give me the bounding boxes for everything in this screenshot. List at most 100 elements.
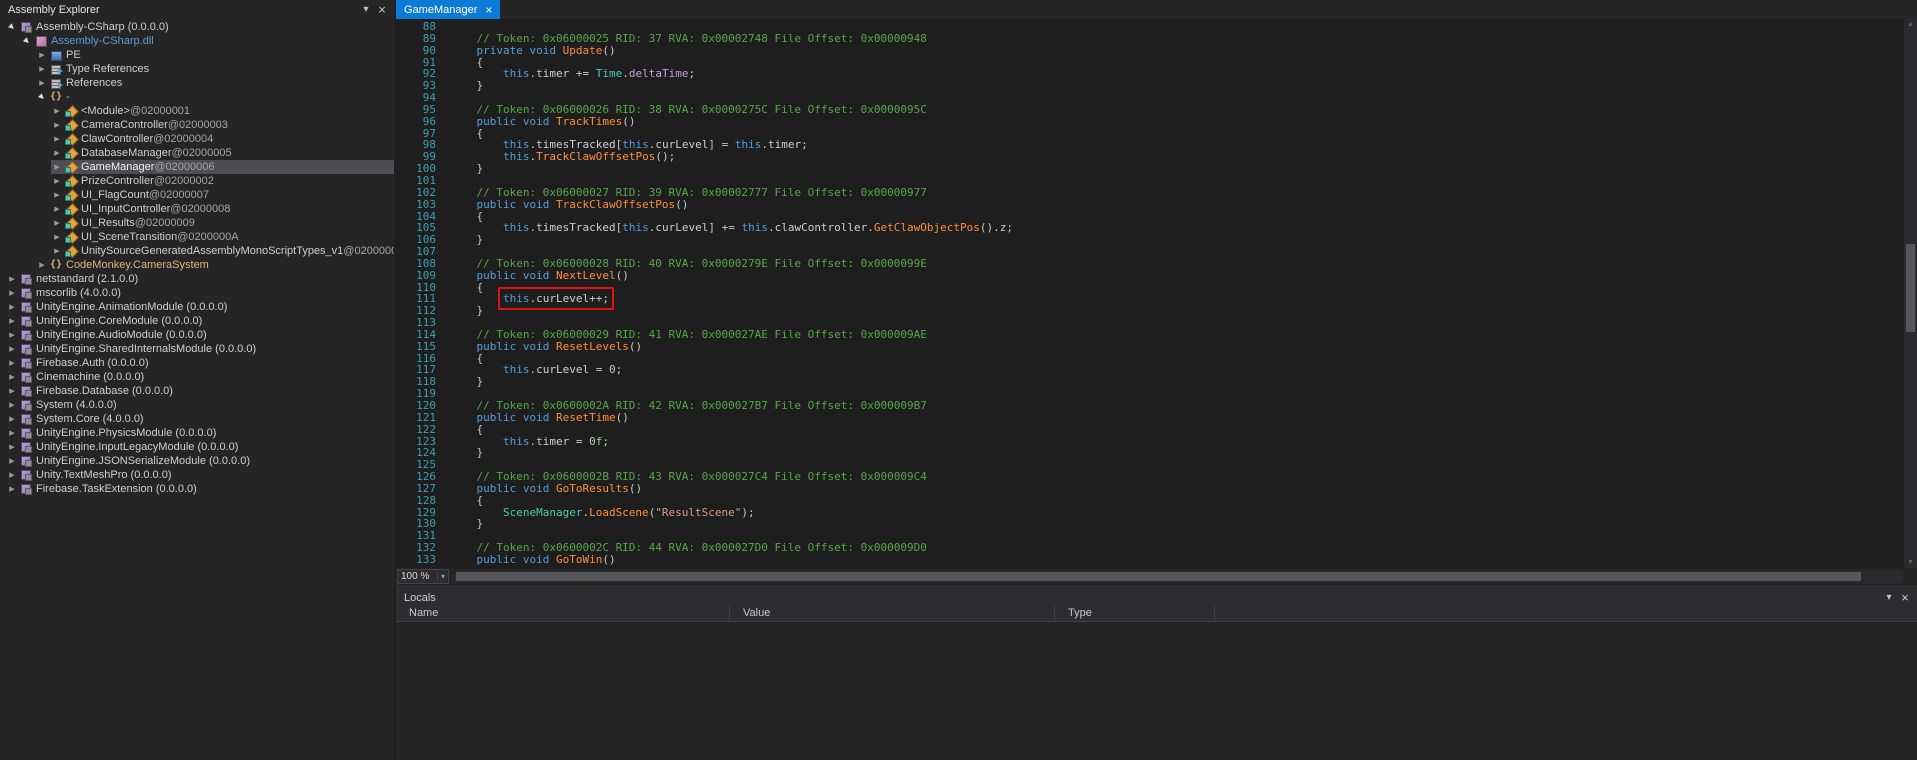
expand-arrow-icon[interactable]: ▶ [51,177,63,185]
code-line[interactable]: 123 this.timer = 0f; [396,436,1903,448]
expand-arrow-icon[interactable]: ▶ [51,107,63,115]
expand-arrow-icon[interactable]: ▶ [6,457,18,465]
tab-gamemanager[interactable]: GameManager × [396,0,500,19]
expand-arrow-icon[interactable]: ▶ [36,261,48,269]
code-line[interactable]: 89 // Token: 0x06000025 RID: 37 RVA: 0x0… [396,33,1903,45]
locals-body[interactable] [396,622,1917,760]
code-line[interactable]: 110 { [396,282,1903,294]
collapse-arrow-icon[interactable]: ▶ [35,90,49,104]
tree-item[interactable]: ▶Firebase.Auth (0.0.0.0) [0,356,394,370]
tree-item[interactable]: ▶PrizeController @02000002 [0,174,394,188]
tree-item[interactable]: ▶References [0,76,394,90]
code-line[interactable]: 96 public void TrackTimes() [396,116,1903,128]
tree-item[interactable]: ▶UI_SceneTransition @0200000A [0,230,394,244]
tree-item[interactable]: ▶UnityEngine.PhysicsModule (0.0.0.0) [0,426,394,440]
code-line[interactable]: 92 this.timer += Time.deltaTime; [396,68,1903,80]
code-line[interactable]: 133 public void GoToWin() [396,554,1903,566]
code-line[interactable]: 99 this.TrackClawOffsetPos(); [396,151,1903,163]
code-line[interactable]: 130 } [396,518,1903,530]
expand-arrow-icon[interactable]: ▶ [6,387,18,395]
tree-item[interactable]: ▶UnitySourceGeneratedAssemblyMonoScriptT… [0,244,394,258]
tree-item[interactable]: ▶{}CodeMonkey.CameraSystem [0,258,394,272]
tree-item[interactable]: ▶UI_Results @02000009 [0,216,394,230]
expand-arrow-icon[interactable]: ▶ [51,121,63,129]
vertical-scrollbar-thumb[interactable] [1906,244,1915,332]
column-header-name[interactable]: Name [396,606,730,621]
expand-arrow-icon[interactable]: ▶ [36,51,48,59]
tree-item[interactable]: ▶UnityEngine.SharedInternalsModule (0.0.… [0,342,394,356]
code-line[interactable]: 93 } [396,80,1903,92]
collapse-arrow-icon[interactable]: ▶ [20,34,34,48]
zoom-control[interactable]: 100 % ▾ [397,569,449,584]
panel-menu-icon[interactable]: ▾ [358,2,374,18]
code-line[interactable]: 103 public void TrackClawOffsetPos() [396,199,1903,211]
tree-item[interactable]: ▶netstandard (2.1.0.0) [0,272,394,286]
expand-arrow-icon[interactable]: ▶ [6,359,18,367]
tree-item[interactable]: ▶UnityEngine.AudioModule (0.0.0.0) [0,328,394,342]
locals-menu-icon[interactable]: ▾ [1881,590,1897,606]
expand-arrow-icon[interactable]: ▶ [6,275,18,283]
tree-item[interactable]: ▶System (4.0.0.0) [0,398,394,412]
expand-arrow-icon[interactable]: ▶ [51,135,63,143]
tree-item[interactable]: ▶Type References [0,62,394,76]
tree-item[interactable]: ▶DatabaseManager @02000005 [0,146,394,160]
tree-item[interactable]: ▶CameraController @02000003 [0,118,394,132]
tree-item[interactable]: ▶Assembly-CSharp.dll [0,34,394,48]
tree-item[interactable]: ▶Firebase.Database (0.0.0.0) [0,384,394,398]
expand-arrow-icon[interactable]: ▶ [6,471,18,479]
tree-item[interactable]: ▶System.Core (4.0.0.0) [0,412,394,426]
expand-arrow-icon[interactable]: ▶ [6,331,18,339]
expand-arrow-icon[interactable]: ▶ [51,149,63,157]
code-line[interactable]: 121 public void ResetTime() [396,412,1903,424]
code-line[interactable]: 112 } [396,305,1903,317]
expand-arrow-icon[interactable]: ▶ [6,415,18,423]
expand-arrow-icon[interactable]: ▶ [6,317,18,325]
tree-item[interactable]: ▶Unity.TextMeshPro (0.0.0.0) [0,468,394,482]
column-header-value[interactable]: Value [730,606,1055,621]
expand-arrow-icon[interactable]: ▶ [6,289,18,297]
expand-arrow-icon[interactable]: ▶ [36,79,48,87]
tree-item[interactable]: ▶UnityEngine.AnimationModule (0.0.0.0) [0,300,394,314]
collapse-arrow-icon[interactable]: ▶ [5,20,19,34]
tree-item[interactable]: ▶UnityEngine.JSONSerializeModule (0.0.0.… [0,454,394,468]
expand-arrow-icon[interactable]: ▶ [51,247,63,255]
tree-item[interactable]: ▶Firebase.TaskExtension (0.0.0.0) [0,482,394,496]
code-line[interactable]: 100 } [396,163,1903,175]
expand-arrow-icon[interactable]: ▶ [51,191,63,199]
tree-item[interactable]: ▶UnityEngine.InputLegacyModule (0.0.0.0) [0,440,394,454]
scroll-down-icon[interactable]: ▼ [1904,559,1917,566]
editor-horizontal-scrollbar[interactable] [455,570,1903,583]
tree-item[interactable]: ▶PE [0,48,394,62]
tree-item[interactable]: ▶UI_FlagCount @02000007 [0,188,394,202]
code-line[interactable]: 117 this.curLevel = 0; [396,364,1903,376]
scroll-up-icon[interactable]: ▲ [1904,21,1917,28]
expand-arrow-icon[interactable]: ▶ [6,485,18,493]
tree-item[interactable]: ▶GameManager @02000006 [0,160,394,174]
code-line[interactable]: 105 this.timesTracked[this.curLevel] += … [396,222,1903,234]
expand-arrow-icon[interactable]: ▶ [51,163,63,171]
tree-item[interactable]: ▶UnityEngine.CoreModule (0.0.0.0) [0,314,394,328]
expand-arrow-icon[interactable]: ▶ [6,429,18,437]
tree-item[interactable]: ▶{}- [0,90,394,104]
tree-item[interactable]: ▶mscorlib (4.0.0.0) [0,286,394,300]
code-line[interactable]: 127 public void GoToResults() [396,483,1903,495]
tree-item[interactable]: ▶Assembly-CSharp (0.0.0.0) [0,20,394,34]
code-line[interactable]: 115 public void ResetLevels() [396,341,1903,353]
expand-arrow-icon[interactable]: ▶ [36,65,48,73]
expand-arrow-icon[interactable]: ▶ [51,219,63,227]
panel-close-icon[interactable]: × [374,2,390,18]
tree-item[interactable]: ▶UI_InputController @02000008 [0,202,394,216]
tree-item[interactable]: ▶<Module> @02000001 [0,104,394,118]
code-line[interactable]: 118 } [396,376,1903,388]
expand-arrow-icon[interactable]: ▶ [6,373,18,381]
code-line[interactable]: 124 } [396,447,1903,459]
assembly-tree[interactable]: ▶Assembly-CSharp (0.0.0.0)▶Assembly-CSha… [0,20,394,760]
editor-vertical-scrollbar[interactable]: ▲ ▼ [1904,19,1917,568]
expand-arrow-icon[interactable]: ▶ [6,345,18,353]
expand-arrow-icon[interactable]: ▶ [6,401,18,409]
code-line[interactable]: 106 } [396,234,1903,246]
column-header-type[interactable]: Type [1055,606,1215,621]
expand-arrow-icon[interactable]: ▶ [51,205,63,213]
locals-close-icon[interactable]: × [1897,590,1913,606]
expand-arrow-icon[interactable]: ▶ [6,443,18,451]
